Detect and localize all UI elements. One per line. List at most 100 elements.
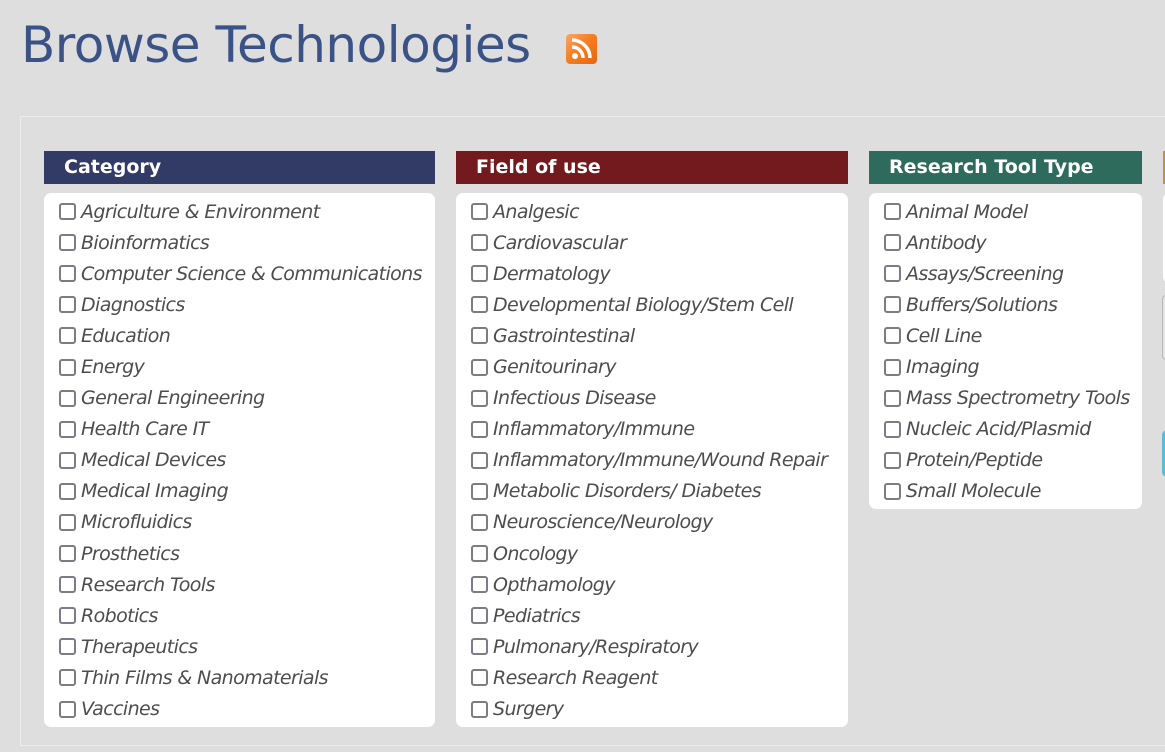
checkbox[interactable]: [59, 482, 76, 500]
checkbox[interactable]: [884, 358, 901, 376]
facet-option[interactable]: Medical Devices: [44, 445, 435, 476]
facet-option[interactable]: Prosthetics: [44, 538, 435, 569]
facet-option[interactable]: Metabolic Disorders/ Diabetes: [456, 476, 848, 507]
facet-option-label: Therapeutics: [81, 635, 198, 658]
checkbox[interactable]: [59, 607, 76, 625]
facet-option[interactable]: Animal Model: [869, 196, 1142, 227]
checkbox[interactable]: [884, 451, 901, 469]
facet-option-label: Assays/Screening: [906, 262, 1064, 285]
facet-option[interactable]: Research Tools: [44, 569, 435, 600]
facet-option[interactable]: Mass Spectrometry Tools: [869, 383, 1142, 414]
facet-option[interactable]: Agriculture & Environment: [44, 196, 435, 227]
checkbox[interactable]: [59, 638, 76, 656]
checkbox[interactable]: [471, 420, 488, 438]
checkbox[interactable]: [471, 451, 488, 469]
facet-option[interactable]: Energy: [44, 351, 435, 382]
checkbox[interactable]: [884, 389, 901, 407]
checkbox[interactable]: [884, 203, 901, 221]
checkbox[interactable]: [59, 420, 76, 438]
checkbox[interactable]: [59, 576, 76, 594]
checkbox[interactable]: [471, 234, 488, 252]
facet-option[interactable]: Antibody: [869, 227, 1142, 258]
checkbox[interactable]: [471, 576, 488, 594]
facet-list-category: Agriculture & Environment Bioinformatics C…: [44, 193, 435, 727]
facet-option-label: Inflammatory/Immune: [493, 418, 695, 441]
facet-option-label: Prosthetics: [81, 542, 180, 565]
checkbox[interactable]: [471, 389, 488, 407]
checkbox[interactable]: [59, 265, 76, 283]
facet-option[interactable]: Developmental Biology/Stem Cell: [456, 289, 848, 320]
facet-option-label: Education: [81, 324, 171, 347]
facet-option[interactable]: Computer Science & Communications: [44, 258, 435, 289]
facet-option[interactable]: Research Reagent: [456, 662, 848, 693]
facet-option-label: Inflammatory/Immune/Wound Repair: [493, 449, 828, 472]
facet-option[interactable]: Microfluidics: [44, 507, 435, 538]
checkbox[interactable]: [884, 265, 901, 283]
facet-option-label: Gastrointestinal: [493, 324, 635, 347]
facet-option[interactable]: Diagnostics: [44, 289, 435, 320]
checkbox[interactable]: [471, 203, 488, 221]
facet-option[interactable]: Oncology: [456, 538, 848, 569]
facet-option[interactable]: Nucleic Acid/Plasmid: [869, 414, 1142, 445]
checkbox[interactable]: [59, 234, 76, 252]
facet-option[interactable]: Cardiovascular: [456, 227, 848, 258]
facet-option[interactable]: Robotics: [44, 600, 435, 631]
checkbox[interactable]: [884, 420, 901, 438]
facet-option[interactable]: Inflammatory/Immune/Wound Repair: [456, 445, 848, 476]
facet-option[interactable]: Protein/Peptide: [869, 445, 1142, 476]
checkbox[interactable]: [471, 296, 488, 314]
facet-option[interactable]: Medical Imaging: [44, 476, 435, 507]
facet-option[interactable]: Pulmonary/Respiratory: [456, 631, 848, 662]
checkbox[interactable]: [471, 607, 488, 625]
facet-option[interactable]: Imaging: [869, 351, 1142, 382]
facet-option[interactable]: Genitourinary: [456, 351, 848, 382]
facet-option[interactable]: Buffers/Solutions: [869, 289, 1142, 320]
facet-option[interactable]: Inflammatory/Immune: [456, 414, 848, 445]
checkbox[interactable]: [471, 545, 488, 563]
facet-option[interactable]: Thin Films & Nanomaterials: [44, 662, 435, 693]
facet-option[interactable]: Dermatology: [456, 258, 848, 289]
facet-option[interactable]: Vaccines: [44, 694, 435, 725]
checkbox[interactable]: [471, 327, 488, 345]
rss-feed-icon[interactable]: [566, 34, 597, 64]
checkbox[interactable]: [59, 451, 76, 469]
checkbox[interactable]: [59, 358, 76, 376]
checkbox[interactable]: [59, 513, 76, 531]
facet-option-label: Thin Films & Nanomaterials: [81, 666, 329, 689]
checkbox[interactable]: [59, 545, 76, 563]
facet-option-label: Surgery: [493, 698, 564, 721]
facet-option[interactable]: Infectious Disease: [456, 383, 848, 414]
checkbox[interactable]: [471, 482, 488, 500]
checkbox[interactable]: [471, 265, 488, 283]
checkbox[interactable]: [59, 327, 76, 345]
checkbox[interactable]: [59, 389, 76, 407]
facet-option[interactable]: General Engineering: [44, 383, 435, 414]
checkbox[interactable]: [884, 296, 901, 314]
facet-option[interactable]: Health Care IT: [44, 414, 435, 445]
checkbox[interactable]: [59, 296, 76, 314]
facet-option[interactable]: Therapeutics: [44, 631, 435, 662]
facet-option[interactable]: Surgery: [456, 694, 848, 725]
checkbox[interactable]: [471, 513, 488, 531]
checkbox[interactable]: [59, 203, 76, 221]
checkbox[interactable]: [884, 234, 901, 252]
facet-option[interactable]: Education: [44, 320, 435, 351]
checkbox[interactable]: [471, 669, 488, 687]
facet-option[interactable]: Small Molecule: [869, 476, 1142, 507]
facet-option[interactable]: Opthamology: [456, 569, 848, 600]
facet-option-label: General Engineering: [81, 387, 265, 410]
checkbox[interactable]: [471, 700, 488, 718]
facet-option[interactable]: Assays/Screening: [869, 258, 1142, 289]
facet-option[interactable]: Gastrointestinal: [456, 320, 848, 351]
facet-option[interactable]: Analgesic: [456, 196, 848, 227]
checkbox[interactable]: [59, 669, 76, 687]
facet-option[interactable]: Neuroscience/Neurology: [456, 507, 848, 538]
facet-option[interactable]: Pediatrics: [456, 600, 848, 631]
checkbox[interactable]: [884, 327, 901, 345]
checkbox[interactable]: [59, 700, 76, 718]
checkbox[interactable]: [471, 638, 488, 656]
checkbox[interactable]: [471, 358, 488, 376]
facet-option[interactable]: Cell Line: [869, 320, 1142, 351]
checkbox[interactable]: [884, 482, 901, 500]
facet-option[interactable]: Bioinformatics: [44, 227, 435, 258]
